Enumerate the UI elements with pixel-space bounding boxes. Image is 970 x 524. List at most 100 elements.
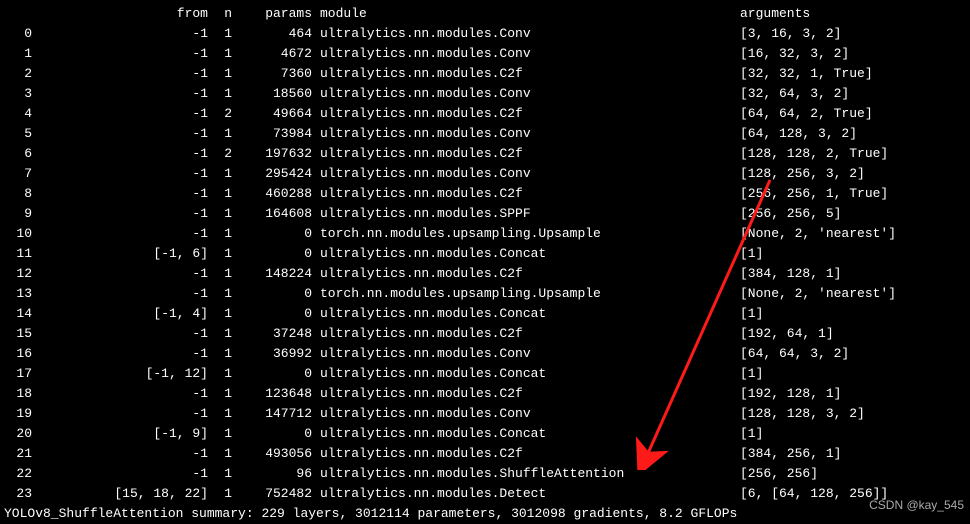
table-row: 20[-1, 9]10ultralytics.nn.modules.Concat… [4,424,966,444]
cell-idx: 7 [4,164,32,184]
cell-params: 147712 [232,404,312,424]
cell-params: 493056 [232,444,312,464]
cell-n: 1 [208,84,232,104]
table-row: 2-117360ultralytics.nn.modules.C2f[32, 3… [4,64,966,84]
cell-idx: 16 [4,344,32,364]
watermark: CSDN @kay_545 [869,495,964,515]
cell-n: 2 [208,144,232,164]
cell-from: [15, 18, 22] [32,484,208,504]
cell-module: ultralytics.nn.modules.Conv [312,164,740,184]
cell-idx: 12 [4,264,32,284]
cell-n: 1 [208,244,232,264]
cell-from: -1 [32,204,208,224]
cell-params: 0 [232,284,312,304]
cell-from: -1 [32,64,208,84]
cell-from: [-1, 12] [32,364,208,384]
cell-params: 0 [232,304,312,324]
cell-idx: 20 [4,424,32,444]
cell-n: 1 [208,304,232,324]
header-row: fromnparamsmodulearguments [4,4,966,24]
cell-n: 2 [208,104,232,124]
cell-args: [384, 128, 1] [740,264,841,284]
table-row: 5-1173984ultralytics.nn.modules.Conv[64,… [4,124,966,144]
table-row: 0-11464ultralytics.nn.modules.Conv[3, 16… [4,24,966,44]
table-row: 22-1196ultralytics.nn.modules.ShuffleAtt… [4,464,966,484]
cell-idx: 6 [4,144,32,164]
cell-from: -1 [32,384,208,404]
cell-args: [32, 32, 1, True] [740,64,873,84]
cell-idx: 10 [4,224,32,244]
cell-idx: 4 [4,104,32,124]
cell-n: 1 [208,344,232,364]
cell-args: [64, 64, 2, True] [740,104,873,124]
cell-idx: 11 [4,244,32,264]
table-row: 1-114672ultralytics.nn.modules.Conv[16, … [4,44,966,64]
cell-idx: 3 [4,84,32,104]
table-row: 7-11295424ultralytics.nn.modules.Conv[12… [4,164,966,184]
cell-params: 0 [232,424,312,444]
cell-idx: 2 [4,64,32,84]
cell-args: [384, 256, 1] [740,444,841,464]
cell-module: ultralytics.nn.modules.Concat [312,364,740,384]
cell-module: torch.nn.modules.upsampling.Upsample [312,284,740,304]
cell-params: 96 [232,464,312,484]
cell-module: ultralytics.nn.modules.C2f [312,184,740,204]
cell-module: ultralytics.nn.modules.Concat [312,304,740,324]
cell-n: 1 [208,384,232,404]
cell-params: 4672 [232,44,312,64]
cell-from: -1 [32,224,208,244]
cell-module: ultralytics.nn.modules.C2f [312,324,740,344]
cell-module: torch.nn.modules.upsampling.Upsample [312,224,740,244]
cell-n: 1 [208,24,232,44]
cell-args: [1] [740,424,763,444]
cell-idx: 9 [4,204,32,224]
cell-args: [128, 256, 3, 2] [740,164,865,184]
cell-module: ultralytics.nn.modules.Conv [312,84,740,104]
cell-params: 7360 [232,64,312,84]
cell-from: -1 [32,24,208,44]
cell-from: [-1, 9] [32,424,208,444]
cell-params: 197632 [232,144,312,164]
table-row: 15-1137248ultralytics.nn.modules.C2f[192… [4,324,966,344]
table-row: 3-1118560ultralytics.nn.modules.Conv[32,… [4,84,966,104]
cell-module: ultralytics.nn.modules.C2f [312,264,740,284]
cell-params: 18560 [232,84,312,104]
cell-idx: 5 [4,124,32,144]
table-row: 17[-1, 12]10ultralytics.nn.modules.Conca… [4,364,966,384]
cell-n: 1 [208,184,232,204]
cell-args: [256, 256] [740,464,818,484]
cell-from: -1 [32,404,208,424]
table-row: 13-110torch.nn.modules.upsampling.Upsamp… [4,284,966,304]
cell-params: 0 [232,224,312,244]
cell-args: [256, 256, 1, True] [740,184,888,204]
cell-n: 1 [208,484,232,504]
cell-params: 49664 [232,104,312,124]
cell-idx: 17 [4,364,32,384]
cell-args: [128, 128, 3, 2] [740,404,865,424]
table-row: 8-11460288ultralytics.nn.modules.C2f[256… [4,184,966,204]
cell-module: ultralytics.nn.modules.C2f [312,104,740,124]
table-row: 16-1136992ultralytics.nn.modules.Conv[64… [4,344,966,364]
cell-n: 1 [208,204,232,224]
cell-idx: 22 [4,464,32,484]
cell-args: [None, 2, 'nearest'] [740,284,896,304]
cell-params: 752482 [232,484,312,504]
cell-n: 1 [208,404,232,424]
cell-params: 36992 [232,344,312,364]
cell-args: [256, 256, 5] [740,204,841,224]
cell-params: 148224 [232,264,312,284]
cell-args: [192, 64, 1] [740,324,834,344]
cell-args: [192, 128, 1] [740,384,841,404]
cell-idx: 13 [4,284,32,304]
cell-module: ultralytics.nn.modules.ShuffleAttention [312,464,740,484]
summary-line: YOLOv8_ShuffleAttention summary: 229 lay… [4,504,966,524]
cell-from: -1 [32,44,208,64]
cell-n: 1 [208,264,232,284]
cell-args: [6, [64, 128, 256]] [740,484,888,504]
cell-args: [64, 128, 3, 2] [740,124,857,144]
col-n: n [208,4,232,24]
cell-from: [-1, 6] [32,244,208,264]
cell-n: 1 [208,464,232,484]
col-module: module [312,4,740,24]
table-row: 9-11164608ultralytics.nn.modules.SPPF[25… [4,204,966,224]
